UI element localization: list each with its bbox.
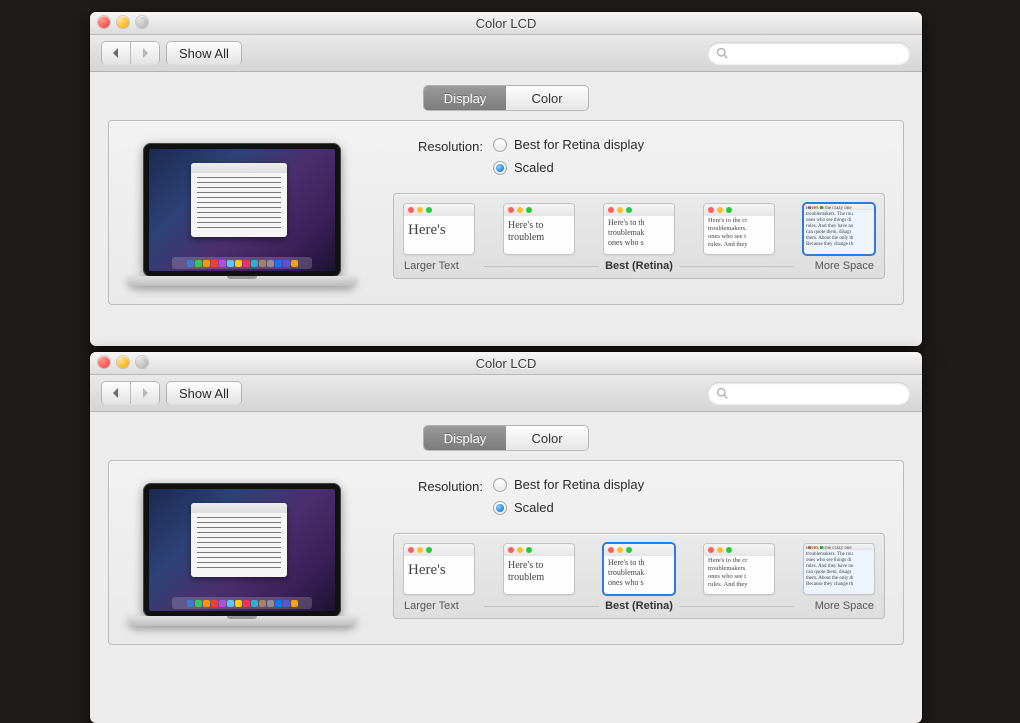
resolution-scale-picker: Here's Here's to troublem Here's to th tro… [393, 533, 885, 619]
scale-option-1[interactable]: Here's [404, 544, 474, 594]
show-all-button[interactable]: Show All [167, 382, 241, 404]
radio-scaled[interactable]: Scaled [493, 160, 644, 175]
search-field[interactable] [708, 42, 910, 64]
radio-dot-icon [493, 138, 507, 152]
titlebar: Color LCD [90, 352, 922, 375]
resolution-label: Resolution: [393, 477, 483, 494]
scale-option-4[interactable]: Here's to the cr troublemakers. ones who… [704, 544, 774, 594]
prefs-window-top: Color LCD Show All Display Color [90, 12, 922, 346]
tab-display[interactable]: Display [424, 426, 506, 450]
toolbar: Show All [90, 375, 922, 412]
radio-scaled[interactable]: Scaled [493, 500, 644, 515]
radio-best-for-retina[interactable]: Best for Retina display [493, 137, 644, 152]
scale-label-mid: Best (Retina) [605, 600, 673, 612]
toolbar: Show All [90, 35, 922, 72]
scale-option-5[interactable]: Here's to the crazy one troublemakers. T… [804, 204, 874, 254]
radio-best-for-retina[interactable]: Best for Retina display [493, 477, 644, 492]
macbook-illustration [127, 143, 357, 286]
tab-color[interactable]: Color [506, 86, 588, 110]
main-content: Display Color Resolution: Best for Retin… [90, 412, 922, 645]
macbook-illustration [127, 483, 357, 626]
search-icon [716, 387, 728, 399]
scale-option-5[interactable]: Here's to the crazy one troublemakers. T… [804, 544, 874, 594]
minimize-icon[interactable] [117, 356, 129, 368]
radio-dot-icon [493, 478, 507, 492]
forward-button[interactable] [130, 382, 159, 404]
zoom-icon[interactable] [136, 16, 148, 28]
search-field[interactable] [708, 382, 910, 404]
tab-color[interactable]: Color [506, 426, 588, 450]
scale-option-4[interactable]: Here's to the cr troublemakers. ones who… [704, 204, 774, 254]
traffic-lights [98, 16, 148, 28]
show-all-label: Show All [179, 46, 229, 61]
scale-option-2[interactable]: Here's to troublem [504, 204, 574, 254]
nav-segment [102, 382, 159, 404]
dock-illustration [172, 597, 312, 609]
resolution-label: Resolution: [393, 137, 483, 154]
scale-option-1[interactable]: Here's [404, 204, 474, 254]
zoom-icon[interactable] [136, 356, 148, 368]
radio-dot-icon [493, 501, 507, 515]
window-title: Color LCD [476, 16, 537, 31]
back-button[interactable] [102, 42, 130, 64]
prefs-window-bottom: Color LCD Show All Display Color [90, 352, 922, 723]
scale-label-right: More Space [800, 600, 874, 612]
scale-option-3[interactable]: Here's to th troublemak ones who s [604, 204, 674, 254]
display-panel: Resolution: Best for Retina display Scal… [108, 120, 904, 305]
dock-illustration [172, 257, 312, 269]
tab-display[interactable]: Display [424, 86, 506, 110]
search-input[interactable] [733, 45, 887, 61]
display-panel: Resolution: Best for Retina display Scal… [108, 460, 904, 645]
scale-label-left: Larger Text [404, 600, 478, 612]
minimize-icon[interactable] [117, 16, 129, 28]
window-title: Color LCD [476, 356, 537, 371]
scale-label-right: More Space [800, 260, 874, 272]
back-button[interactable] [102, 382, 130, 404]
show-all-label: Show All [179, 386, 229, 401]
resolution-scale-picker: Here's Here's to troublem Here's to th tro… [393, 193, 885, 279]
show-all-button[interactable]: Show All [167, 42, 241, 64]
forward-button[interactable] [130, 42, 159, 64]
scale-label-left: Larger Text [404, 260, 478, 272]
search-icon [716, 47, 728, 59]
close-icon[interactable] [98, 356, 110, 368]
tab-segment: Display Color [424, 426, 588, 450]
scale-option-3[interactable]: Here's to th troublemak ones who s [604, 544, 674, 594]
close-icon[interactable] [98, 16, 110, 28]
tab-segment: Display Color [424, 86, 588, 110]
traffic-lights [98, 356, 148, 368]
radio-dot-icon [493, 161, 507, 175]
scale-label-mid: Best (Retina) [605, 260, 673, 272]
search-input[interactable] [733, 385, 887, 401]
main-content: Display Color Resolution: Best for Retin… [90, 72, 922, 305]
titlebar: Color LCD [90, 12, 922, 35]
scale-option-2[interactable]: Here's to troublem [504, 544, 574, 594]
nav-segment [102, 42, 159, 64]
